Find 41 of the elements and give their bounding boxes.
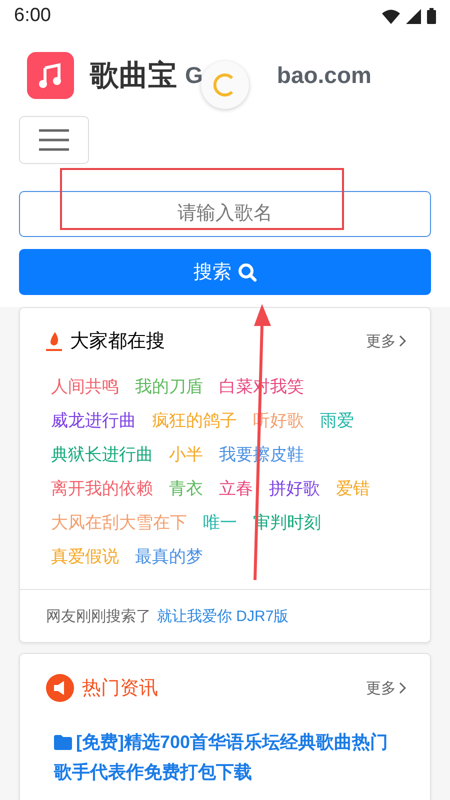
recent-search-link[interactable]: 就让我爱你 DJR7版 — [157, 607, 289, 626]
song-tag[interactable]: 青衣 — [169, 478, 203, 500]
search-button[interactable]: 搜索 — [19, 249, 431, 295]
song-tag[interactable]: 拼好歌 — [269, 478, 320, 500]
song-tag[interactable]: 最真的梦 — [135, 546, 203, 568]
menu-button[interactable] — [19, 116, 89, 164]
more-link[interactable]: 更多 — [366, 332, 406, 350]
battery-icon — [427, 8, 436, 24]
song-tag[interactable]: 立春 — [219, 478, 253, 500]
section-title: 大家都在搜 — [70, 330, 166, 354]
megaphone-icon — [46, 674, 74, 702]
recent-search-label: 网友刚刚搜索了 — [46, 607, 151, 626]
news-link[interactable]: [免费]精选700首华语乐坛经典歌曲热门歌手代表作免费打包下载 — [54, 727, 400, 787]
signal-icon — [406, 8, 421, 24]
song-tag[interactable]: 大风在刮大雪在下 — [51, 512, 187, 534]
song-tag[interactable]: 典狱长进行曲 — [51, 444, 153, 466]
domain-text: G — [185, 62, 203, 89]
chevron-icon — [399, 682, 406, 694]
song-tag[interactable]: 离开我的依赖 — [51, 478, 153, 500]
search-icon — [238, 262, 256, 282]
chevron-icon — [399, 335, 406, 347]
domain-text: bao.com — [276, 62, 372, 89]
song-tag[interactable]: 我的刀盾 — [135, 376, 203, 398]
song-tag[interactable]: 疯狂的鸽子 — [152, 410, 237, 432]
song-tag[interactable]: 真爱假说 — [51, 546, 119, 568]
section-title: 热门资讯 — [82, 677, 159, 701]
song-tag[interactable]: 唯一 — [203, 512, 237, 534]
song-tag[interactable]: 雨爱 — [320, 410, 354, 432]
site-title: 歌曲宝 — [90, 58, 177, 94]
song-tag[interactable]: 小半 — [169, 444, 203, 466]
song-tag[interactable]: 人间共鸣 — [51, 376, 119, 398]
music-note-icon — [27, 52, 74, 99]
search-field[interactable]: 请输入歌名 — [19, 191, 431, 237]
folder-icon — [54, 735, 72, 750]
wifi-icon — [382, 8, 400, 24]
status-time: 6:00 — [14, 5, 52, 27]
menu-icon — [39, 129, 69, 151]
flame-icon — [46, 332, 62, 350]
more-link[interactable]: 更多 — [366, 678, 406, 698]
song-tag[interactable]: 爱错 — [336, 478, 370, 500]
song-tag[interactable]: 威龙进行曲 — [51, 410, 136, 432]
